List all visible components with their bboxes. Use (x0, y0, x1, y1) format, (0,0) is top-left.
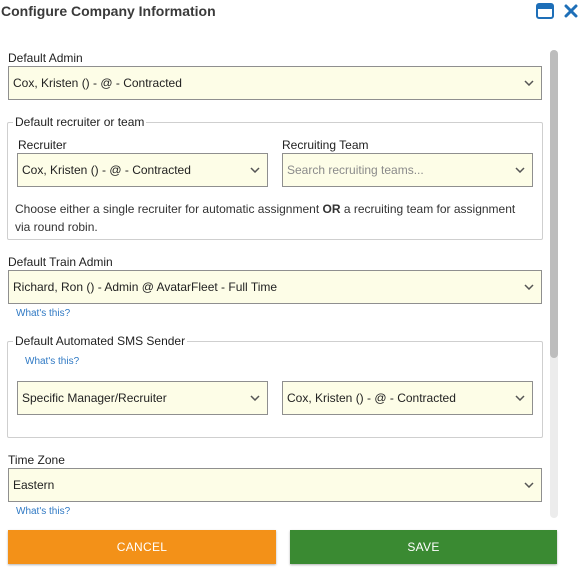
time-zone-select[interactable]: Eastern (8, 468, 542, 502)
time-zone-value: Eastern (13, 478, 55, 492)
recruiter-label: Recruiter (18, 138, 67, 152)
sms-sender-legend: Default Automated SMS Sender (13, 334, 188, 348)
time-zone-label: Time Zone (8, 453, 65, 467)
close-icon[interactable] (564, 4, 578, 18)
train-admin-select[interactable]: Richard, Ron () - Admin @ AvatarFleet - … (8, 270, 542, 304)
cancel-button[interactable]: CANCEL (8, 530, 276, 564)
default-admin-select[interactable]: Cox, Kristen () - @ - Contracted (8, 66, 542, 100)
default-admin-value: Cox, Kristen () - @ - Contracted (13, 76, 182, 90)
sms-person-value: Cox, Kristen () - @ - Contracted (287, 391, 456, 405)
train-admin-value: Richard, Ron () - Admin @ AvatarFleet - … (13, 280, 278, 294)
recruiting-team-label: Recruiting Team (282, 138, 369, 152)
chevron-down-icon (243, 167, 267, 173)
recruiter-help-text: Choose either a single recruiter for aut… (15, 202, 516, 234)
recruiting-team-placeholder: Search recruiting teams... (287, 163, 424, 177)
save-button[interactable]: SAVE (290, 530, 557, 564)
maximize-icon[interactable] (536, 3, 554, 19)
sms-person-select[interactable]: Cox, Kristen () - @ - Contracted (282, 381, 533, 415)
title-actions (536, 3, 578, 19)
chevron-down-icon (508, 395, 532, 401)
chevron-down-icon (508, 167, 532, 173)
train-admin-label: Default Train Admin (8, 255, 113, 269)
sms-mode-select[interactable]: Specific Manager/Recruiter (17, 381, 268, 415)
recruiting-team-select[interactable]: Search recruiting teams... (282, 153, 533, 187)
chevron-down-icon (517, 482, 541, 488)
sms-mode-value: Specific Manager/Recruiter (22, 391, 167, 405)
recruiter-group-legend: Default recruiter or team (13, 115, 147, 129)
recruiter-value: Cox, Kristen () - @ - Contracted (22, 163, 191, 177)
chevron-down-icon (243, 395, 267, 401)
dialog-title: Configure Company Information (1, 3, 216, 19)
train-admin-whats-this-link[interactable]: What's this? (16, 308, 70, 319)
chevron-down-icon (517, 284, 541, 290)
scrollbar-thumb[interactable] (550, 50, 558, 358)
default-admin-label: Default Admin (8, 51, 83, 65)
recruiter-select[interactable]: Cox, Kristen () - @ - Contracted (17, 153, 268, 187)
scrollbar[interactable] (550, 50, 558, 518)
time-zone-whats-this-link[interactable]: What's this? (16, 506, 70, 517)
sms-whats-this-link[interactable]: What's this? (25, 356, 79, 367)
chevron-down-icon (517, 80, 541, 86)
